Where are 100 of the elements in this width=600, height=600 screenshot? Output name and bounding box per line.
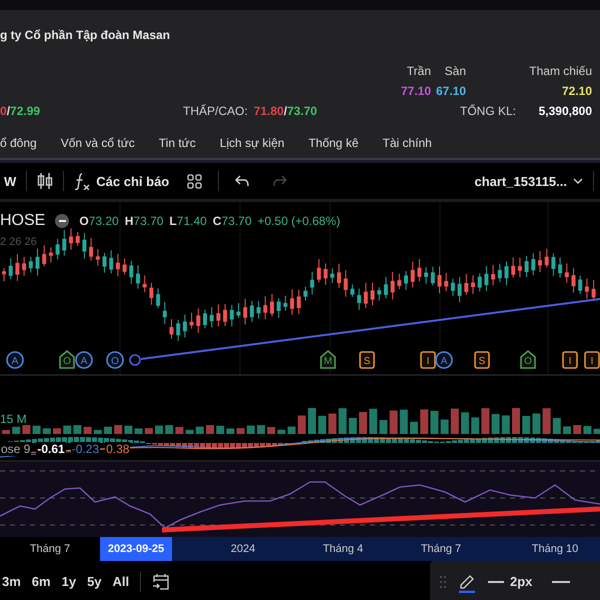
candle — [22, 256, 26, 276]
volume-bar — [114, 425, 122, 434]
trend-line[interactable] — [162, 506, 600, 532]
volume-bar — [502, 415, 510, 434]
candle — [48, 246, 53, 264]
candle — [584, 278, 589, 300]
event-marker[interactable]: A — [6, 351, 24, 369]
indicators-button[interactable]: Các chỉ báo — [74, 172, 170, 190]
event-marker[interactable]: O — [520, 350, 536, 369]
range-button[interactable]: 3m — [2, 574, 21, 589]
price-range: 0/72.99 — [0, 104, 42, 118]
undo-icon[interactable] — [235, 175, 250, 187]
candle — [424, 266, 428, 284]
volume-bar — [63, 426, 72, 434]
event-marker[interactable]: O — [59, 350, 75, 369]
candle — [544, 248, 549, 268]
grid-icon[interactable] — [187, 174, 202, 188]
candle — [136, 264, 140, 290]
event-marker[interactable]: S — [474, 351, 490, 369]
candle — [102, 252, 106, 274]
price-change: +0.50 (+0.68%) — [258, 214, 340, 228]
candle — [89, 237, 94, 262]
volume-bar — [594, 428, 600, 434]
volume-bar — [236, 428, 245, 434]
candle — [592, 280, 596, 302]
volume-bar — [430, 410, 438, 434]
tab[interactable]: Vốn và cổ tức — [60, 136, 135, 150]
tab[interactable]: Tin tức — [158, 136, 196, 150]
layout-name-button[interactable]: chart_153115... — [474, 174, 583, 188]
candle — [162, 301, 167, 325]
volume-bar — [400, 410, 408, 434]
range-button[interactable]: 1y — [62, 574, 76, 589]
macd-value: -0.61 — [36, 442, 66, 456]
candle — [430, 266, 435, 286]
tab[interactable]: Thống kê — [308, 136, 358, 150]
volume-bar — [144, 428, 153, 434]
candle — [62, 230, 66, 256]
candle — [210, 306, 214, 328]
volume-bar — [298, 415, 306, 434]
range-button[interactable]: 5y — [87, 574, 102, 589]
ohlc-value: H73.70 — [124, 214, 164, 228]
range-button[interactable]: All — [112, 574, 130, 589]
volume-bar — [338, 408, 347, 434]
candle — [82, 232, 86, 260]
candle — [384, 276, 388, 299]
candle — [458, 276, 462, 303]
volume-bar — [22, 425, 30, 434]
volume-bar — [308, 408, 316, 434]
candle — [2, 268, 6, 282]
price-value: 67.10 — [434, 84, 466, 98]
symbol-label: HOSE — [0, 212, 46, 230]
candle — [471, 274, 475, 295]
tab[interactable]: ổ đông — [0, 136, 37, 150]
interval-button[interactable]: W — [4, 174, 16, 188]
candlestick-icon[interactable] — [37, 172, 54, 190]
candle — [283, 295, 288, 312]
trend-line-handle[interactable] — [129, 354, 141, 366]
candle — [142, 274, 147, 293]
volume-bar — [186, 430, 194, 434]
candle — [484, 266, 488, 292]
tab[interactable]: Tài chính — [382, 136, 432, 150]
candle — [176, 319, 180, 342]
event-marker[interactable]: I — [562, 351, 578, 369]
volume-bar — [461, 412, 469, 434]
ohlc-value: O73.20 — [79, 214, 119, 228]
macd-label: ose 9 — [0, 442, 32, 456]
event-marker[interactable]: O — [106, 351, 124, 369]
event-marker[interactable]: S — [359, 351, 375, 369]
calendar-icon[interactable] — [152, 572, 170, 590]
event-marker[interactable]: I — [420, 351, 436, 369]
candle — [504, 260, 508, 286]
line-style-icon[interactable] — [552, 580, 570, 582]
collapse-button[interactable] — [55, 214, 70, 228]
candle — [122, 258, 127, 276]
candle — [464, 273, 468, 296]
event-marker[interactable]: A — [75, 351, 93, 369]
candle — [36, 248, 40, 276]
drag-handle-icon[interactable] — [440, 576, 446, 588]
candle — [518, 257, 522, 278]
candle — [330, 268, 334, 284]
candle — [270, 293, 274, 317]
range-button[interactable]: 6m — [32, 574, 51, 589]
ohlc-value: C73.70 — [212, 214, 252, 228]
event-marker[interactable]: A — [435, 351, 453, 369]
volume-label: 15 M — [0, 412, 27, 426]
candle — [337, 263, 341, 288]
line-width-button[interactable]: 2px — [488, 574, 532, 589]
candle — [531, 252, 536, 276]
tab[interactable]: Lịch sự kiện — [220, 136, 284, 150]
candle — [290, 288, 294, 316]
candle — [8, 258, 13, 280]
volume-bar — [277, 430, 286, 434]
candle — [149, 282, 154, 306]
candle — [216, 304, 220, 327]
event-marker[interactable]: M — [320, 350, 336, 369]
candle — [276, 298, 281, 318]
candle — [170, 318, 174, 340]
time-label: Tháng 10 — [530, 542, 580, 557]
event-marker[interactable]: I — [584, 351, 600, 369]
candle — [76, 231, 80, 246]
